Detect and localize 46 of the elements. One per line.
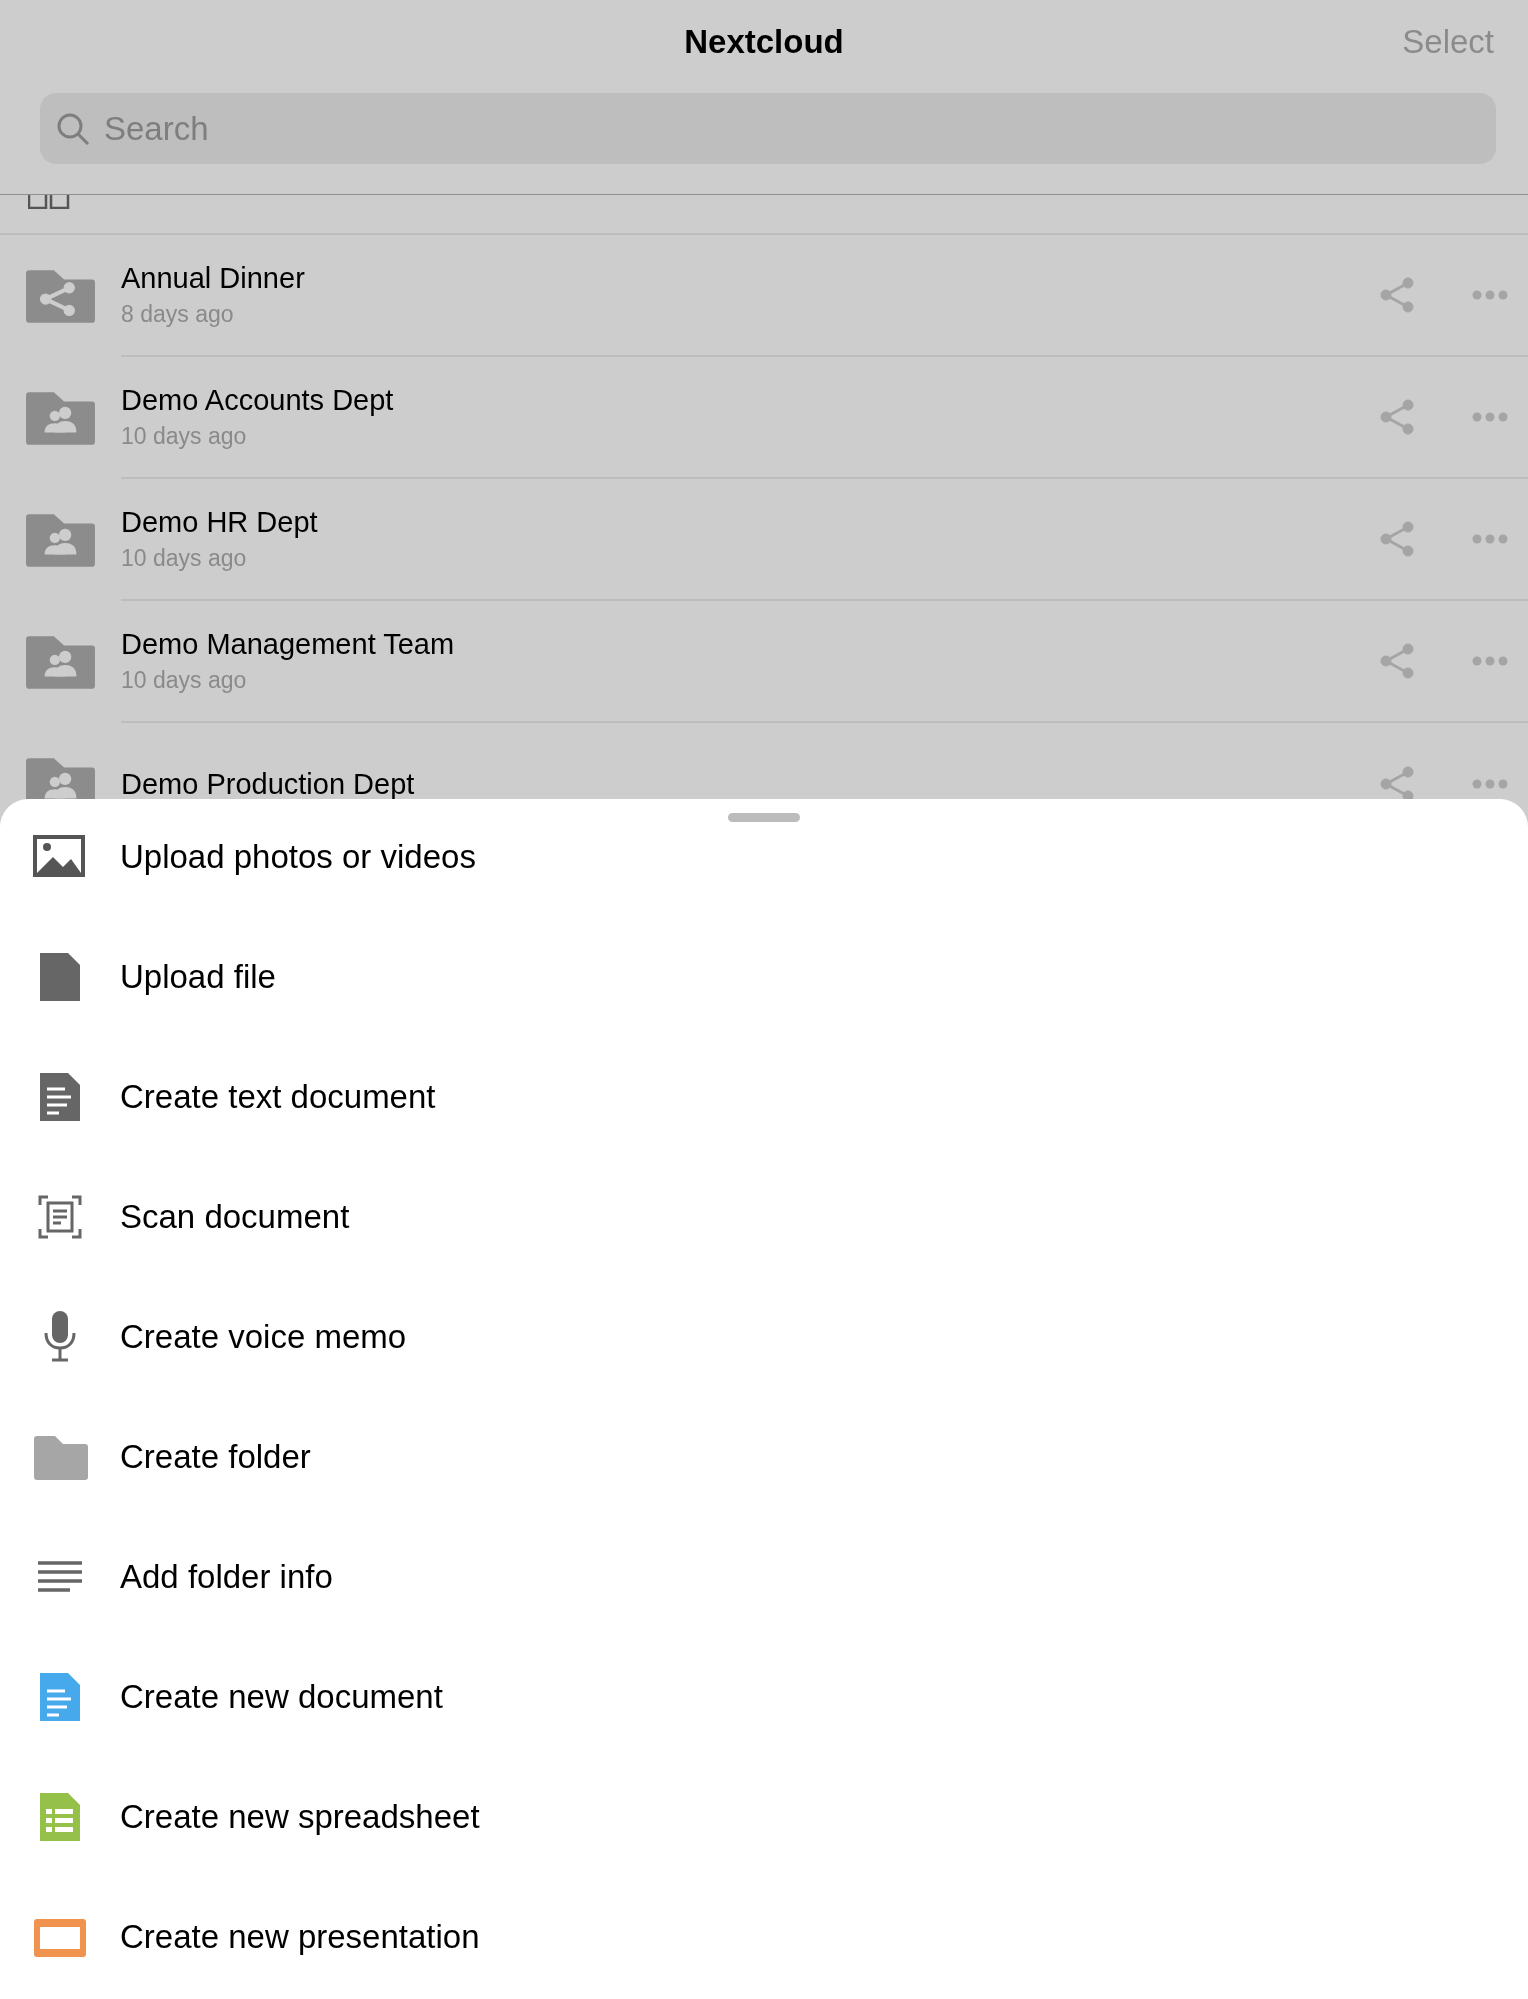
sheet-grabber[interactable] xyxy=(728,813,800,822)
menu-item[interactable]: Create voice memo xyxy=(0,1277,1528,1397)
file-name: Demo HR Dept xyxy=(121,506,319,539)
menu-item[interactable]: Create text document xyxy=(0,1037,1528,1157)
share-icon xyxy=(1380,399,1416,435)
menu-item[interactable]: Upload file xyxy=(0,917,1528,1037)
window-title: Nextcloud xyxy=(684,23,844,61)
menu-item[interactable]: Scan document xyxy=(0,1157,1528,1277)
more-button[interactable] xyxy=(1472,534,1508,544)
more-button[interactable] xyxy=(1472,656,1508,666)
search-field[interactable]: Search xyxy=(40,93,1496,164)
file-row[interactable]: Demo Management Team 10 days ago xyxy=(0,601,1528,723)
search-input[interactable]: Search xyxy=(102,108,1480,149)
file-row[interactable]: Demo HR Dept 10 days ago xyxy=(0,479,1528,601)
more-button[interactable] xyxy=(1472,779,1508,789)
share-button[interactable] xyxy=(1380,643,1416,679)
modified-time: 10 days ago xyxy=(121,545,248,572)
more-icon xyxy=(1472,290,1508,300)
share-icon xyxy=(1380,643,1416,679)
file-name: Annual Dinner xyxy=(121,262,306,295)
more-icon xyxy=(1472,656,1508,666)
file-name: Demo Production Dept xyxy=(121,767,416,801)
file-row[interactable]: Annual Dinner 8 days ago xyxy=(0,235,1528,357)
more-icon xyxy=(1472,412,1508,422)
modified-time: 10 days ago xyxy=(121,423,248,450)
menu-item[interactable]: Create folder xyxy=(0,1397,1528,1517)
share-icon xyxy=(1380,521,1416,557)
more-icon xyxy=(1472,534,1508,544)
modified-time: 10 days ago xyxy=(121,667,248,694)
grid-view-icon[interactable] xyxy=(28,195,70,209)
file-row[interactable]: Demo Accounts Dept 10 days ago xyxy=(0,357,1528,479)
menu-item[interactable]: Add folder info xyxy=(0,1517,1528,1637)
more-button[interactable] xyxy=(1472,290,1508,300)
search-icon xyxy=(56,111,90,146)
share-button[interactable] xyxy=(1380,277,1416,313)
share-button[interactable] xyxy=(1380,399,1416,435)
menu-item[interactable]: Create new document xyxy=(0,1637,1528,1757)
more-icon xyxy=(1472,779,1508,789)
modified-time: 8 days ago xyxy=(121,301,235,328)
menu-item[interactable]: Create new presentation xyxy=(0,1877,1528,1997)
share-icon xyxy=(1380,277,1416,313)
menu-item[interactable]: Create new spreadsheet xyxy=(0,1757,1528,1877)
file-name: Demo Management Team xyxy=(121,628,456,661)
share-button[interactable] xyxy=(1380,521,1416,557)
more-button[interactable] xyxy=(1472,412,1508,422)
file-name: Demo Accounts Dept xyxy=(121,384,395,417)
